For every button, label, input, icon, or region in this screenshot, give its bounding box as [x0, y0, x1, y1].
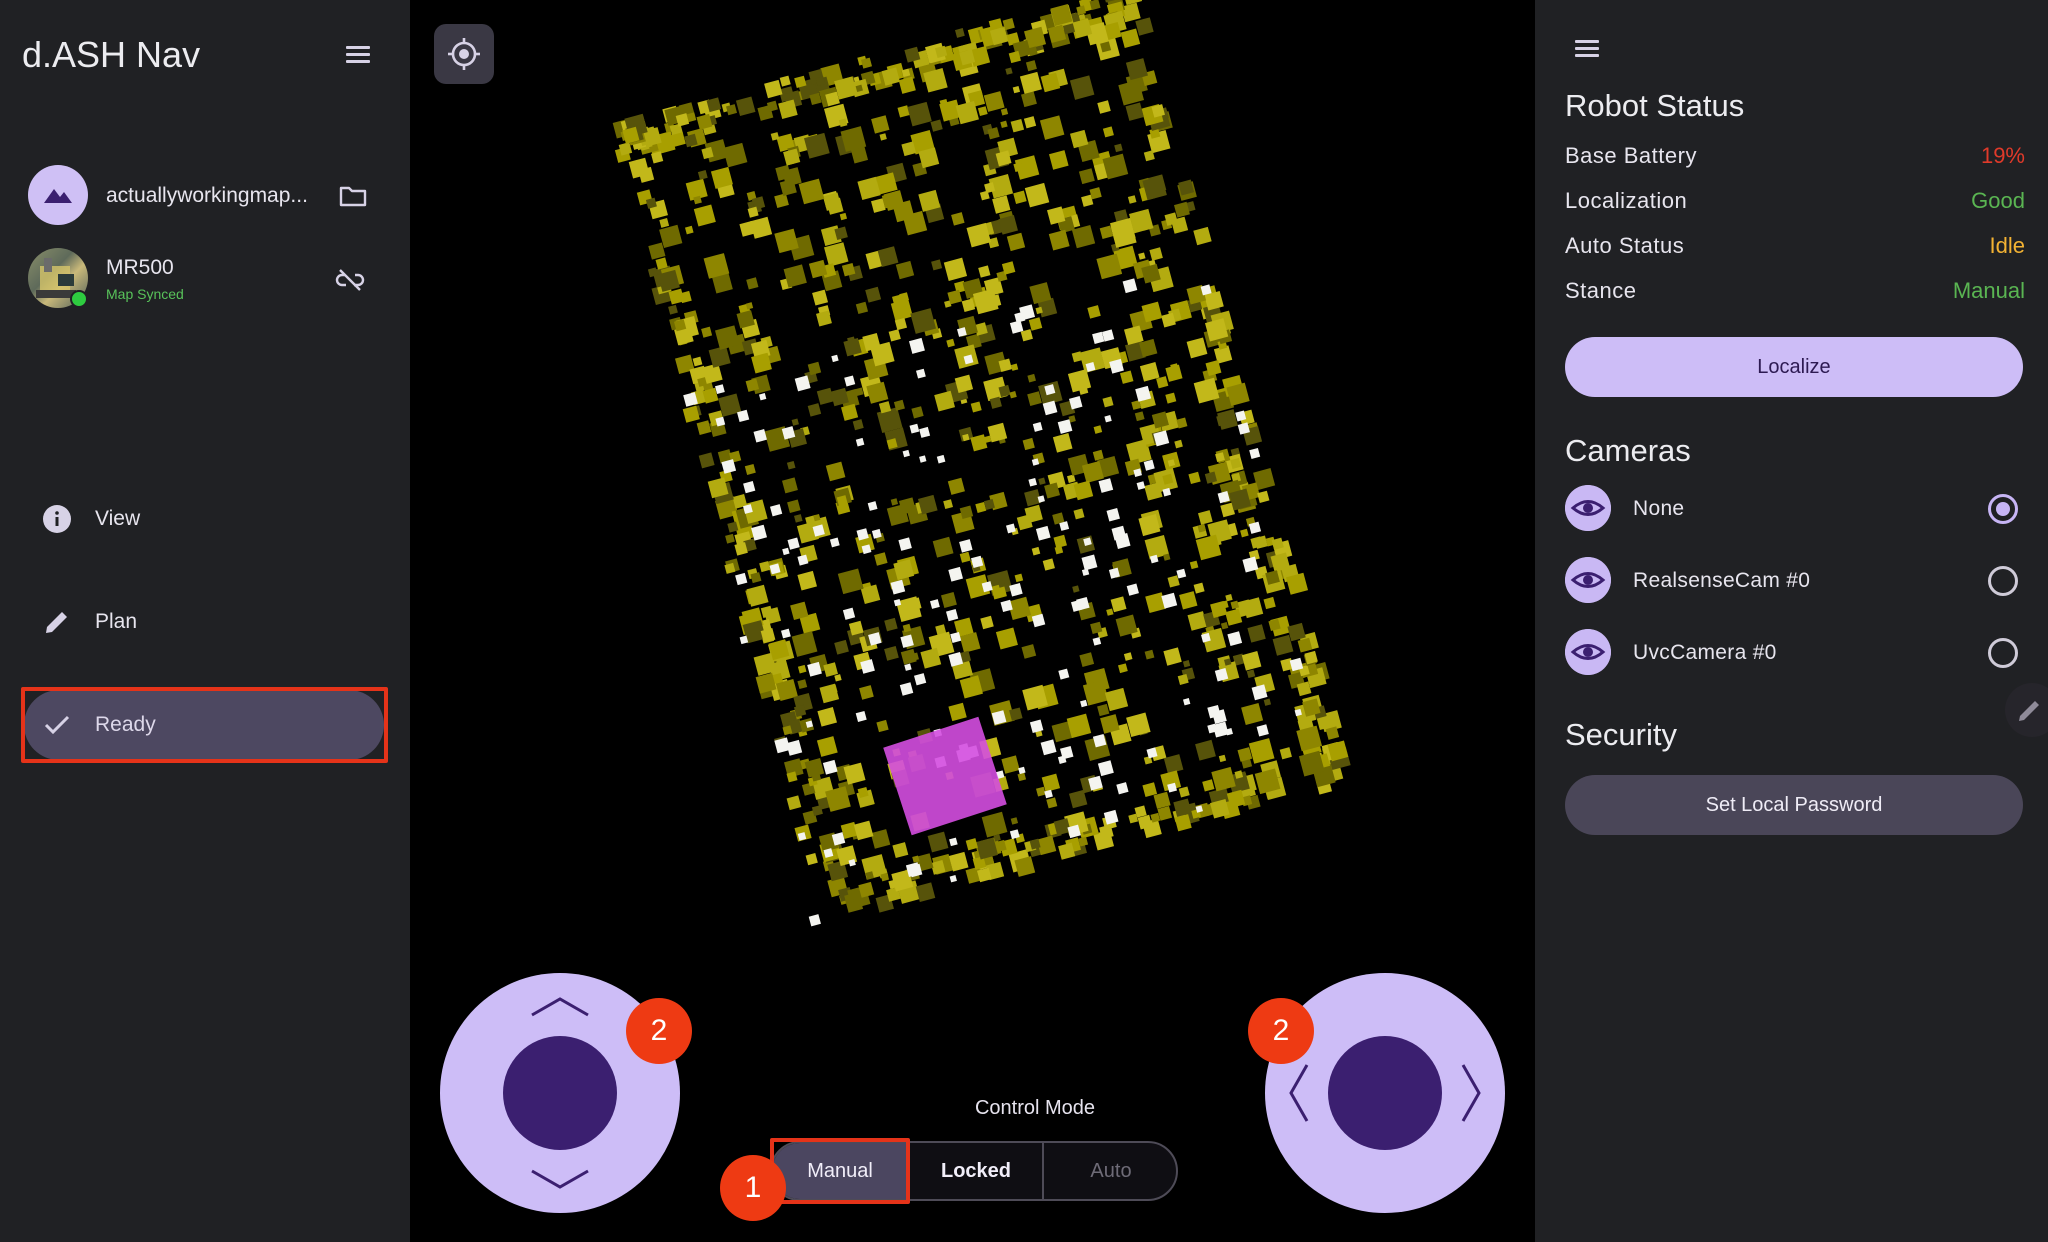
camera-radio[interactable] [1988, 494, 2018, 524]
joystick-knob[interactable] [503, 1036, 617, 1150]
status-key: Auto Status [1565, 233, 1685, 258]
security-title: Security [1565, 717, 1677, 752]
info-icon [43, 505, 71, 533]
chevron-down-icon [531, 1169, 589, 1189]
mountain-icon [44, 189, 72, 203]
eye-icon [1565, 629, 1611, 675]
pencil-icon [46, 612, 67, 633]
status-row-battery: Base Battery 19% [1565, 143, 2025, 175]
status-row-localization: Localization Good [1565, 188, 2025, 220]
annotation-badge: 1 [720, 1155, 786, 1221]
status-value: Manual [1952, 278, 2025, 303]
highlight-box-manual [770, 1138, 910, 1204]
chevron-right-icon [1461, 1064, 1481, 1122]
map-selector[interactable]: actuallyworkingmap... [28, 165, 388, 227]
eye-icon [1565, 557, 1611, 603]
map-avatar [28, 165, 88, 225]
map-name: actuallyworkingmap... [106, 184, 308, 207]
robot-name: MR500 [106, 256, 174, 279]
status-row-auto: Auto Status Idle [1565, 233, 2025, 265]
mode-auto-button[interactable]: Auto [1044, 1143, 1176, 1199]
robot-online-indicator [70, 290, 88, 308]
robot-selector[interactable]: MR500 Map Synced [28, 248, 388, 310]
status-key: Stance [1565, 278, 1637, 303]
nav-item-label: Plan [95, 610, 138, 633]
unlink-icon[interactable] [334, 264, 366, 296]
camera-radio[interactable] [1988, 566, 2018, 596]
chevron-left-icon [1289, 1064, 1309, 1122]
robot-sync-status: Map Synced [106, 286, 184, 302]
camera-option-none[interactable]: None [1565, 485, 2025, 533]
mode-locked-button[interactable]: Locked [908, 1143, 1044, 1199]
edit-button[interactable] [2005, 683, 2048, 737]
crosshair-icon [448, 38, 480, 70]
menu-icon[interactable] [1575, 36, 1605, 60]
app-root: d.ASH Nav actuallyworkingmap... MR500 Ma… [0, 0, 2048, 1242]
recenter-button[interactable] [434, 24, 494, 84]
camera-name: UvcCamera #0 [1633, 641, 1777, 664]
annotation-badge: 2 [1248, 998, 1314, 1064]
camera-name: RealsenseCam #0 [1633, 569, 1811, 592]
camera-option-uvc[interactable]: UvcCamera #0 [1565, 629, 2025, 677]
annotation-badge: 2 [626, 998, 692, 1064]
status-row-stance: Stance Manual [1565, 278, 2025, 310]
control-mode-label: Control Mode [974, 1097, 1096, 1119]
camera-radio[interactable] [1988, 638, 2018, 668]
status-value: Idle [1989, 233, 2025, 258]
status-key: Localization [1565, 188, 1688, 213]
robot-status-title: Robot Status [1565, 88, 1745, 123]
highlight-box-ready [21, 687, 388, 763]
pencil-icon [2019, 701, 2039, 721]
localize-button[interactable]: Localize [1565, 337, 2023, 397]
camera-name: None [1633, 497, 1685, 520]
joystick-knob[interactable] [1328, 1036, 1442, 1150]
nav-item-view[interactable]: View [24, 484, 384, 554]
status-key: Base Battery [1565, 143, 1697, 168]
left-sidebar: d.ASH Nav actuallyworkingmap... MR500 Ma… [0, 0, 410, 1242]
folder-icon[interactable] [338, 181, 368, 211]
set-password-button[interactable]: Set Local Password [1565, 775, 2023, 835]
app-title: d.ASH Nav [22, 34, 201, 75]
right-panel: Robot Status Base Battery 19% Localizati… [1535, 0, 2048, 1242]
nav-item-label: View [95, 507, 141, 530]
eye-icon [1565, 485, 1611, 531]
map-viewport[interactable]: 2 2 Control Mode Manual Locked Auto 1 [410, 0, 1535, 1242]
menu-icon[interactable] [342, 38, 378, 74]
camera-option-realsense[interactable]: RealsenseCam #0 [1565, 557, 2025, 605]
status-value: 19% [1980, 143, 2025, 168]
status-value: Good [1971, 188, 2025, 213]
nav-item-plan[interactable]: Plan [24, 587, 384, 657]
chevron-up-icon [531, 997, 589, 1017]
cameras-title: Cameras [1565, 433, 1691, 468]
